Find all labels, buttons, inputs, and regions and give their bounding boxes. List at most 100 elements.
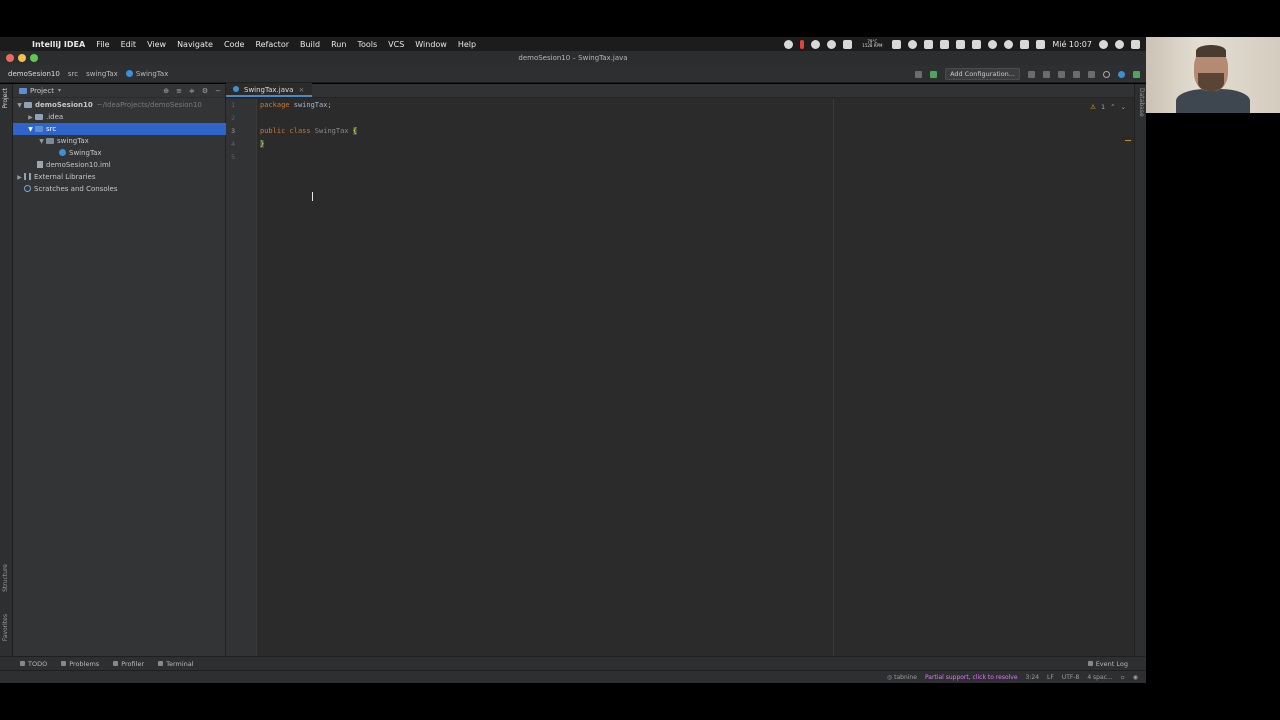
airplay-icon[interactable] <box>1020 39 1030 49</box>
file-encoding[interactable]: UTF-8 <box>1062 674 1080 681</box>
update-icon[interactable] <box>1118 70 1125 78</box>
right-margin-guide <box>833 99 834 656</box>
project-view-dropdown-icon[interactable]: ▾ <box>58 87 61 94</box>
clock[interactable]: Mié 10:07 <box>1052 40 1092 49</box>
run-icon[interactable] <box>1028 70 1035 78</box>
keyword-class: class <box>285 127 311 135</box>
gear-icon[interactable]: ⚙ <box>202 87 208 95</box>
clock-app-icon[interactable] <box>827 39 837 49</box>
favorites-tool-tab[interactable]: Favorites <box>2 614 9 641</box>
bluetooth-icon[interactable] <box>988 39 998 49</box>
line-number: 5 <box>231 153 235 161</box>
source-folder-icon <box>35 126 43 132</box>
code-line-4[interactable]: } <box>260 138 265 151</box>
tree-item-project-root[interactable]: ▼ demoSesion10 ~/IdeaProjects/demoSesion10 <box>13 99 226 111</box>
project-tool-tab[interactable]: Project <box>2 88 9 109</box>
tree-label-scratches: Scratches and Consoles <box>34 185 118 193</box>
volume-icon[interactable] <box>1036 39 1046 49</box>
user-settings-icon[interactable] <box>915 70 923 78</box>
circle-app-icon[interactable] <box>908 39 918 49</box>
cloud-icon[interactable] <box>892 39 902 49</box>
record-icon[interactable] <box>784 39 794 49</box>
breadcrumb-project[interactable]: demoSesion10 <box>8 70 60 78</box>
tree-item-idea[interactable]: ▶ .idea <box>13 111 226 123</box>
menu-vcs[interactable]: VCS <box>388 40 404 49</box>
search-everywhere-icon[interactable] <box>1103 70 1110 78</box>
indent-setting[interactable]: 4 spac... <box>1087 674 1112 681</box>
hide-panel-icon[interactable]: − <box>215 87 221 95</box>
play-icon[interactable] <box>811 39 821 49</box>
expand-all-icon[interactable]: ≡ <box>176 87 182 95</box>
next-highlight-icon[interactable]: ⌄ <box>1121 103 1126 111</box>
partial-support-link[interactable]: Partial support, click to resolve <box>925 674 1018 681</box>
code-line-3[interactable]: public class SwingTax { <box>260 125 357 138</box>
tree-item-src[interactable]: ▼ src <box>13 123 226 135</box>
menu-view[interactable]: View <box>147 40 166 49</box>
tree-item-iml[interactable]: demoSesion10.iml <box>13 159 226 171</box>
grid-app-icon[interactable] <box>972 39 982 49</box>
temperature-readout[interactable]: 79°C 1528 RPM <box>859 40 885 48</box>
line-separator[interactable]: LF <box>1047 674 1054 681</box>
menu-refactor[interactable]: Refactor <box>255 40 289 49</box>
profile-icon[interactable] <box>1073 70 1080 78</box>
locate-file-icon[interactable]: ⊕ <box>163 87 169 95</box>
tree-item-class[interactable]: SwingTax <box>13 147 226 159</box>
todo-tool-button[interactable]: TODO <box>20 660 47 668</box>
zoom-window-icon[interactable] <box>30 54 38 62</box>
tabnine-status[interactable]: ◎ tabnine <box>887 674 917 681</box>
menu-build[interactable]: Build <box>300 40 320 49</box>
pause-recording-icon[interactable] <box>800 39 805 49</box>
inspection-widget[interactable]: ⚠ 1 ⌃ ⌄ <box>1090 103 1126 111</box>
breadcrumb-src[interactable]: src <box>68 70 78 78</box>
terminal-tool-button[interactable]: Terminal <box>158 660 193 668</box>
user-icon[interactable] <box>1115 39 1124 49</box>
menu-help[interactable]: Help <box>458 40 476 49</box>
mail-icon[interactable] <box>956 39 966 49</box>
project-panel-title[interactable]: Project <box>30 87 54 95</box>
tree-label-package: swingTax <box>57 137 89 145</box>
stats-icon[interactable] <box>843 39 853 49</box>
minimize-window-icon[interactable] <box>18 54 26 62</box>
control-center-icon[interactable] <box>1131 39 1140 49</box>
previous-highlight-icon[interactable]: ⌃ <box>1110 103 1115 111</box>
window-icon[interactable] <box>924 39 934 49</box>
inspection-profile-icon[interactable]: ◉ <box>1133 674 1138 681</box>
debug-icon[interactable] <box>1043 70 1050 78</box>
menu-tools[interactable]: Tools <box>357 40 377 49</box>
collapse-all-icon[interactable]: ≑ <box>189 87 195 95</box>
stop-icon[interactable] <box>1088 70 1095 78</box>
tree-item-external-libraries[interactable]: ▶ External Libraries <box>13 171 226 183</box>
warning-stripe-mark[interactable] <box>1125 140 1131 141</box>
build-hammer-icon[interactable] <box>930 70 938 78</box>
menu-window[interactable]: Window <box>415 40 447 49</box>
event-log-button[interactable]: Event Log <box>1088 660 1128 668</box>
profiler-tool-button[interactable]: Profiler <box>113 660 144 668</box>
text-app-icon[interactable] <box>940 39 950 49</box>
search-icon[interactable] <box>1099 39 1108 49</box>
structure-tool-tab[interactable]: Structure <box>2 564 9 592</box>
wifi-icon[interactable] <box>1004 39 1014 49</box>
menu-edit[interactable]: Edit <box>121 40 137 49</box>
code-editor: SwingTax.java × 1 2 3 4 5 package swingTa… <box>226 83 1134 656</box>
caret-position[interactable]: 3:24 <box>1026 674 1039 681</box>
menu-app[interactable]: IntelliJ IDEA <box>32 40 85 49</box>
code-line-1[interactable]: package swingTax; <box>260 99 332 112</box>
close-window-icon[interactable] <box>6 54 14 62</box>
tree-item-scratches[interactable]: Scratches and Consoles <box>13 183 226 195</box>
lock-icon[interactable]: ▫ <box>1121 674 1125 681</box>
menu-file[interactable]: File <box>96 40 109 49</box>
database-tool-tab[interactable]: Database <box>1138 88 1145 117</box>
breadcrumb-package[interactable]: swingTax <box>86 70 118 78</box>
menu-run[interactable]: Run <box>331 40 346 49</box>
tab-swingtax-java[interactable]: SwingTax.java × <box>226 83 313 97</box>
close-tab-icon[interactable]: × <box>298 86 304 94</box>
menu-navigate[interactable]: Navigate <box>177 40 213 49</box>
problems-tool-button[interactable]: Problems <box>61 660 99 668</box>
breadcrumb-class[interactable]: SwingTax <box>125 69 168 78</box>
add-configuration-button[interactable]: Add Configuration... <box>945 68 1020 80</box>
coverage-icon[interactable] <box>1058 70 1065 78</box>
plugin-icon[interactable] <box>1133 70 1140 78</box>
tree-label-class: SwingTax <box>69 149 102 157</box>
menu-code[interactable]: Code <box>224 40 244 49</box>
tree-item-package[interactable]: ▼ swingTax <box>13 135 226 147</box>
